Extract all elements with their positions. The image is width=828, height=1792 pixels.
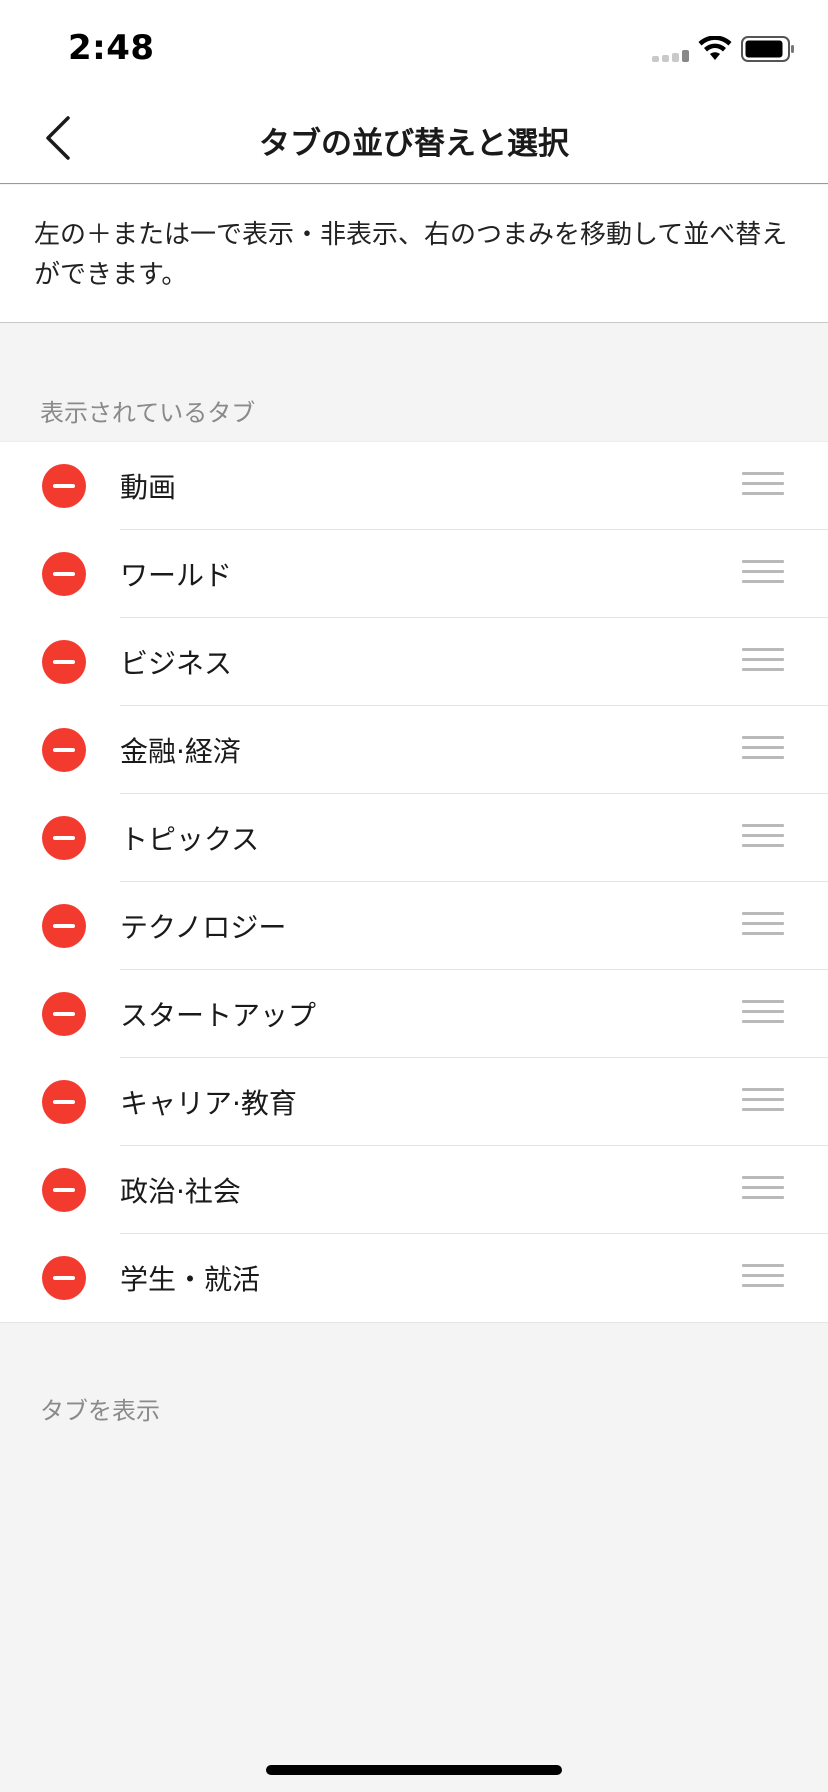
tab-row: トピックス [0, 794, 828, 882]
tab-label: テクノロジー [120, 911, 287, 944]
page-title: タブの並び替えと選択 [259, 126, 569, 162]
remove-tab-button[interactable] [42, 904, 86, 948]
drag-handle-icon[interactable] [742, 1088, 784, 1116]
remove-tab-button[interactable] [42, 992, 86, 1036]
remove-tab-button[interactable] [42, 1256, 86, 1300]
tab-label: スタートアップ [120, 999, 317, 1032]
drag-handle-icon[interactable] [742, 1264, 784, 1292]
tab-row: 政治·社会 [0, 1146, 828, 1234]
status-bar: 2:48 [0, 0, 828, 96]
wifi-icon [698, 36, 732, 60]
tab-row: ビジネス [0, 618, 828, 706]
drag-handle-icon[interactable] [742, 1000, 784, 1028]
drag-handle-icon[interactable] [742, 824, 784, 852]
tab-row: 金融·経済 [0, 706, 828, 794]
tab-label: 学生・就活 [120, 1263, 261, 1296]
signal-icon [652, 48, 692, 62]
drag-handle-icon[interactable] [742, 912, 784, 940]
visible-tabs-header: 表示されているタブ [40, 399, 256, 427]
tab-label: ワールド [120, 559, 233, 592]
remove-tab-button[interactable] [42, 464, 86, 508]
remove-tab-button[interactable] [42, 728, 86, 772]
tab-label: 政治·社会 [120, 1175, 241, 1208]
drag-handle-icon[interactable] [742, 560, 784, 588]
tab-row: キャリア·教育 [0, 1058, 828, 1146]
remove-tab-button[interactable] [42, 816, 86, 860]
nav-bar: タブの並び替えと選択 [0, 96, 828, 184]
tab-label: 動画 [120, 471, 177, 504]
home-indicator [266, 1765, 562, 1775]
remove-tab-button[interactable] [42, 640, 86, 684]
remove-tab-button[interactable] [42, 552, 86, 596]
visible-tabs-list: 動画ワールドビジネス金融·経済トピックステクノロジー スタートアップ キャリア·教育… [0, 441, 828, 1323]
drag-handle-icon[interactable] [742, 1176, 784, 1204]
tab-row: ワールド [0, 530, 828, 618]
tab-row: スタートアップ [0, 970, 828, 1058]
hidden-tabs-header: タブを表示 [40, 1397, 160, 1425]
battery-icon [741, 36, 794, 62]
remove-tab-button[interactable] [42, 1080, 86, 1124]
drag-handle-icon[interactable] [742, 736, 784, 764]
tab-row: テクノロジー [0, 882, 828, 970]
tab-label: ビジネス [120, 647, 233, 680]
remove-tab-button[interactable] [42, 1168, 86, 1212]
tab-label: 金融·経済 [120, 735, 241, 768]
tab-row: 動画 [0, 442, 828, 530]
tab-label: トピックス [120, 823, 260, 856]
tab-label: キャリア·教育 [120, 1087, 297, 1120]
status-time: 2:48 [68, 28, 155, 68]
screen: 2:48 タブの並び替えと選択 左の＋または一で表示・非表示、右のつまみを移動し… [0, 0, 828, 1792]
drag-handle-icon[interactable] [742, 648, 784, 676]
drag-handle-icon[interactable] [742, 472, 784, 500]
instruction-text: 左の＋または一で表示・非表示、右のつまみを移動して並べ替えができます。 [0, 185, 828, 323]
tab-row: 学生・就活 [0, 1234, 828, 1322]
